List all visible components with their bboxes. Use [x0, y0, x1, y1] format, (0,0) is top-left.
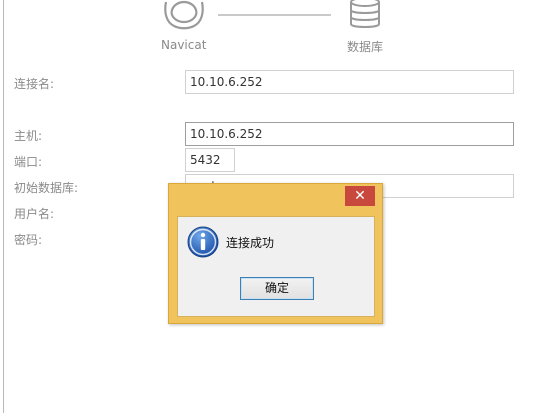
host-input[interactable]: 10.10.6.252: [185, 122, 514, 146]
close-icon[interactable]: ✕: [345, 186, 375, 206]
connection-name-input[interactable]: 10.10.6.252: [185, 70, 514, 94]
port-input[interactable]: 5432: [185, 148, 235, 172]
connection-name-label: 连接名:: [14, 77, 55, 91]
info-icon: [187, 226, 219, 258]
initial-database-label: 初始数据库:: [14, 181, 79, 195]
host-label: 主机:: [14, 129, 43, 143]
navicat-icon: [164, 0, 204, 30]
ok-button[interactable]: 确定: [240, 277, 314, 300]
left-border: [3, 0, 4, 413]
dialog-message: 连接成功: [226, 236, 275, 250]
username-label: 用户名:: [14, 207, 55, 221]
connector-line: [218, 14, 331, 16]
navicat-label: Navicat: [161, 38, 207, 52]
database-icon: [350, 0, 380, 28]
database-label: 数据库: [347, 40, 384, 54]
dialog-body: 连接成功 确定: [177, 216, 375, 317]
port-label: 端口:: [14, 155, 43, 169]
password-label: 密码:: [14, 233, 43, 247]
connection-success-dialog: ✕ 连接成功 确定: [168, 183, 383, 324]
